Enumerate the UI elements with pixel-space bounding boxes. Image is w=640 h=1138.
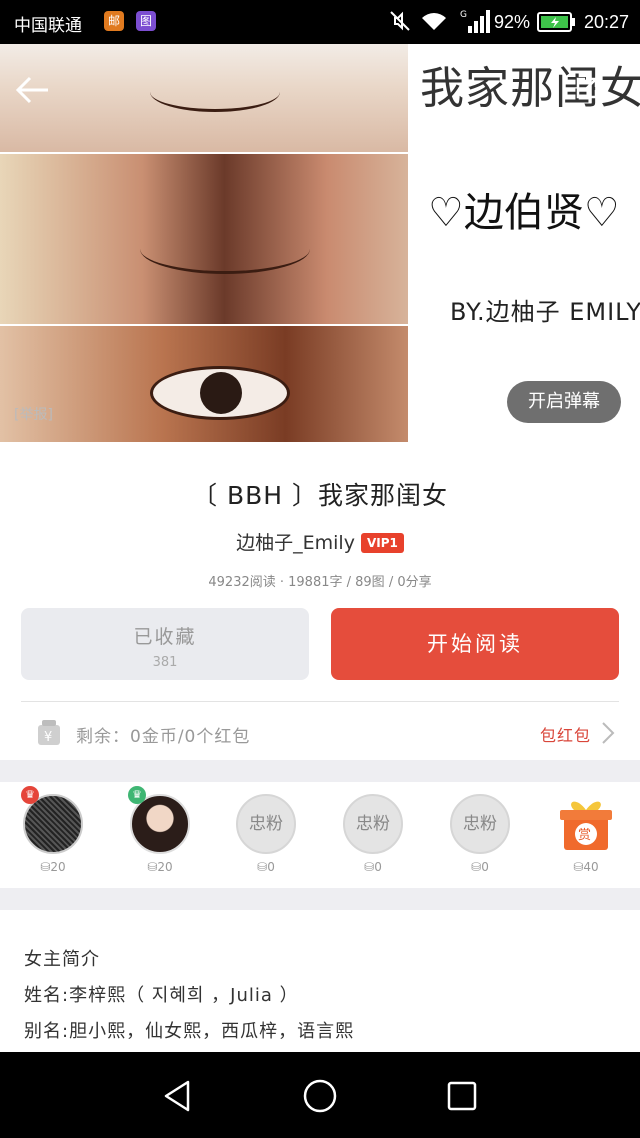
battery-percent: 92%: [494, 12, 531, 32]
author-row[interactable]: 边柚子_Emily VIP1: [0, 528, 640, 555]
signal-icon: G: [460, 10, 490, 33]
danmaku-toggle-button[interactable]: 开启弹幕: [507, 381, 621, 423]
give-redpacket-link[interactable]: 包红包: [540, 722, 591, 746]
chevron-right-icon[interactable]: [600, 720, 616, 746]
svg-text:¥: ¥: [44, 730, 52, 745]
cover-heart-name: ♡边伯贤♡: [428, 190, 620, 236]
status-bar: 中国联通 邮 图 G 92% 20:27: [0, 0, 640, 44]
back-triangle-icon[interactable]: [158, 1076, 198, 1116]
loyal-fan-placeholder: 忠粉: [450, 794, 510, 854]
report-link[interactable]: [举报]: [14, 404, 53, 424]
cover-image-strip-middle: [0, 154, 408, 324]
intro-heading: 女主简介: [24, 949, 100, 970]
balance-row: ¥ 剩余：0金币/0个红包 包红包: [0, 710, 640, 758]
gift-box-icon: 赏: [560, 801, 612, 850]
carrier-name: 中国联通: [14, 16, 82, 36]
fan-item[interactable]: ♛ ⛁20: [120, 786, 200, 882]
fan-coin-value: ⛁40: [573, 860, 599, 874]
svg-text:G: G: [460, 10, 467, 20]
author-name[interactable]: 边柚子_Emily: [236, 532, 355, 554]
favorite-count: 381: [152, 655, 178, 670]
fan-coin-value: ⛁20: [147, 860, 173, 874]
section-gap: [0, 888, 640, 910]
crown-icon: ♛: [128, 786, 146, 804]
fan-item[interactable]: 忠粉 ⛁0: [333, 792, 413, 882]
intro-alias-line: 别名:胆小熙，仙女熙，西瓜梓，语言熙: [24, 1021, 355, 1042]
cover-banner: 我家那闺女 ♡边伯贤♡ BY.边柚子 EMILY [举报] 开启弹幕: [0, 44, 640, 442]
vip-badge: VIP1: [360, 533, 404, 553]
fan-coin-value: ⛁0: [471, 860, 489, 874]
cover-image-strip-bottom: [0, 326, 408, 442]
battery-icon: [537, 12, 575, 32]
cover-image: [0, 44, 408, 442]
mute-icon: [390, 11, 410, 31]
section-gap: [0, 760, 640, 782]
cover-title-text: 我家那闺女: [420, 63, 640, 114]
home-circle-icon[interactable]: [300, 1076, 340, 1116]
intro-name-line: 姓名:李梓熙（ 지혜희 ，Julia ）: [24, 985, 299, 1006]
book-stats: 49232阅读 · 19881字 / 89图 / 0分享: [208, 575, 432, 590]
crown-icon: ♛: [21, 786, 39, 804]
start-reading-button[interactable]: 开始阅读: [331, 608, 619, 680]
back-arrow-icon[interactable]: [12, 70, 52, 110]
fan-coin-value: ⛁20: [40, 860, 66, 874]
reward-item[interactable]: 赏 ⛁40: [546, 792, 626, 882]
share-icon[interactable]: [574, 75, 600, 101]
wifi-icon: [422, 13, 446, 30]
coin-jar-icon: ¥: [38, 720, 60, 745]
loyal-fan-placeholder: 忠粉: [236, 794, 296, 854]
svg-text:赏: 赏: [578, 828, 591, 843]
divider: [21, 701, 619, 702]
cover-image-strip-top: [0, 44, 408, 152]
fan-coin-value: ⛁0: [257, 860, 275, 874]
balance-text: 剩余：0金币/0个红包: [76, 727, 251, 747]
book-title: 〔 BBH 〕我家那闺女: [192, 481, 448, 510]
fans-row: ♛ ⛁20 ♛ ⛁20 忠粉 ⛁0 忠粉 ⛁0 忠粉 ⛁0 赏 ⛁40: [0, 782, 640, 888]
favorite-button[interactable]: 已收藏 381: [21, 608, 309, 680]
clock: 20:27: [584, 12, 630, 32]
recents-square-icon[interactable]: [442, 1076, 482, 1116]
mail-app-icon: 邮: [104, 11, 124, 31]
favorite-label: 已收藏: [133, 626, 197, 648]
fan-item[interactable]: 忠粉 ⛁0: [440, 792, 520, 882]
loyal-fan-placeholder: 忠粉: [343, 794, 403, 854]
fan-item[interactable]: 忠粉 ⛁0: [226, 792, 306, 882]
fan-coin-value: ⛁0: [364, 860, 382, 874]
cover-byline: BY.边柚子 EMILY: [450, 298, 640, 326]
gallery-app-icon: 图: [136, 11, 156, 31]
system-nav-bar: [0, 1052, 640, 1138]
fan-item[interactable]: ♛ ⛁20: [13, 786, 93, 882]
heroine-intro: 女主简介 姓名:李梓熙（ 지혜희 ，Julia ） 别名:胆小熙，仙女熙，西瓜梓…: [24, 942, 624, 1050]
